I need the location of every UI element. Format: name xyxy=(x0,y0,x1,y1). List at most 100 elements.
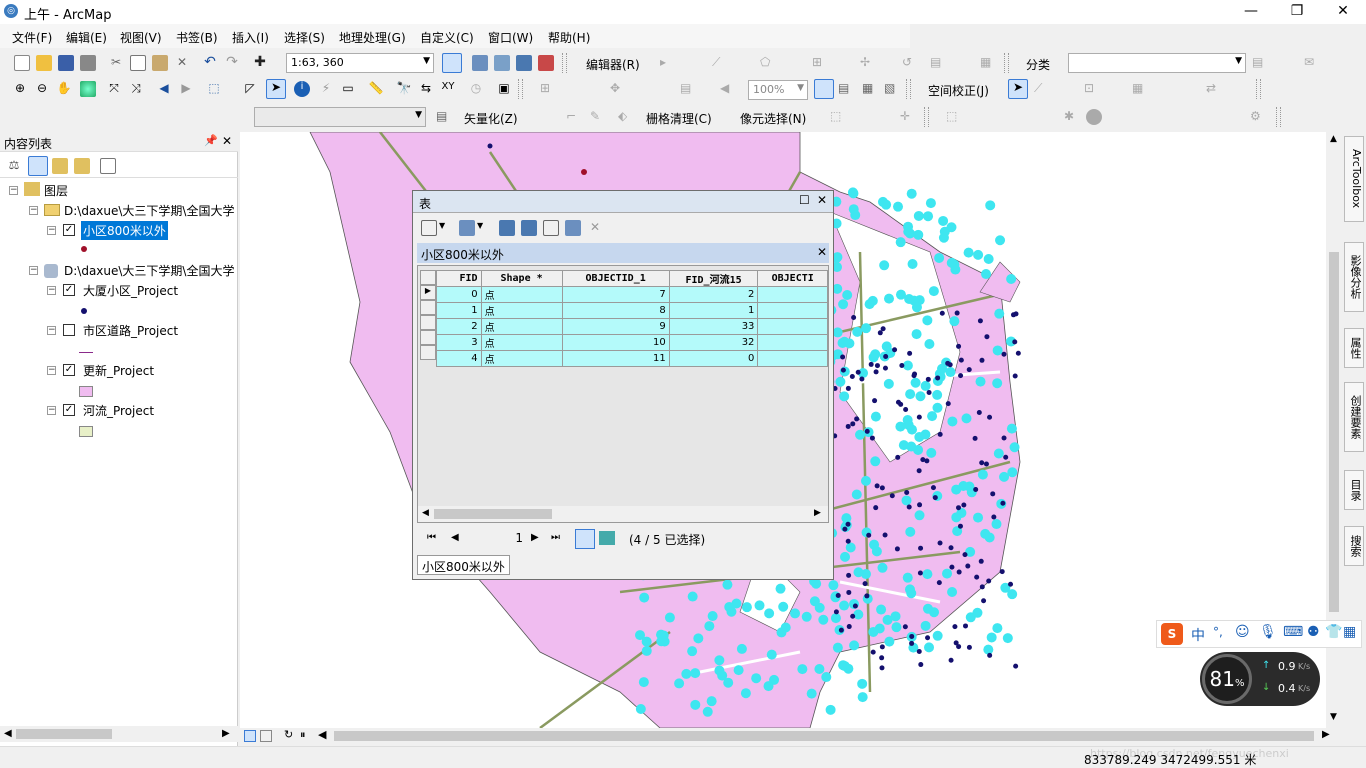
chevron-down-icon[interactable]: ▼ xyxy=(439,221,445,230)
full-extent-icon[interactable] xyxy=(80,81,96,97)
focus-frame-icon[interactable]: ▦ xyxy=(862,81,878,97)
layer-checkbox[interactable]: ✓ xyxy=(63,364,75,376)
scroll-down-icon[interactable]: ▼ xyxy=(1330,712,1337,722)
table-bottom-tab[interactable]: 小区800米以外 xyxy=(417,555,510,575)
table-cell[interactable]: 33 xyxy=(668,318,759,335)
table-row[interactable]: 1 点 8 1 xyxy=(436,302,828,319)
paste-icon[interactable] xyxy=(152,55,168,71)
switch-selection-icon[interactable] xyxy=(521,220,537,236)
table-cell[interactable]: 0 xyxy=(668,350,759,367)
table-cell[interactable]: 点 xyxy=(480,286,563,303)
close-icon[interactable]: ✕ xyxy=(817,245,827,259)
clear-selection-icon[interactable]: ◸ xyxy=(242,81,258,97)
maximize-icon[interactable]: ☐ xyxy=(799,193,810,207)
table-cell[interactable]: 7 xyxy=(561,286,670,303)
next-record-icon[interactable]: ▶ xyxy=(531,532,539,543)
collapse-icon[interactable]: − xyxy=(9,186,18,195)
toolbar-grip[interactable] xyxy=(1276,107,1281,127)
close-icon[interactable]: ✕ xyxy=(222,134,232,148)
data-view-icon[interactable] xyxy=(814,79,834,99)
html-popup-icon[interactable]: ▭ xyxy=(340,81,356,97)
pause-drawing-icon[interactable]: ⏸ xyxy=(300,728,306,742)
toolbar-grip[interactable] xyxy=(1004,53,1009,73)
menu-bookmarks[interactable]: 书签(B) xyxy=(176,29,218,46)
toc-layer-buildings[interactable]: 大厦小区_Project xyxy=(83,282,178,299)
toolbar-grip[interactable] xyxy=(906,79,911,99)
keyboard-icon[interactable]: ⌨ xyxy=(1283,624,1303,640)
microphone-icon[interactable]: 🎙 xyxy=(1259,624,1277,640)
skin-icon[interactable]: 👕 xyxy=(1325,624,1342,640)
menu-file[interactable]: 文件(F) xyxy=(12,29,52,46)
scroll-left-icon[interactable]: ◀ xyxy=(318,728,326,741)
table-window-icon[interactable] xyxy=(472,55,488,71)
search-window-icon[interactable] xyxy=(516,55,532,71)
current-record-field[interactable]: 1 xyxy=(507,531,523,545)
table-row[interactable]: 0 点 7 2 xyxy=(436,286,828,303)
toggle-draft-icon[interactable]: ▤ xyxy=(838,81,854,97)
row-selector[interactable] xyxy=(420,345,436,360)
select-by-attributes-icon[interactable] xyxy=(499,220,515,236)
layer-checkbox[interactable]: ✓ xyxy=(63,284,75,296)
list-by-source-icon[interactable] xyxy=(28,156,48,176)
column-header[interactable]: OBJECTI xyxy=(757,270,828,287)
zoom-in-icon[interactable]: ⊕ xyxy=(12,81,28,97)
vectorize-menu[interactable]: 矢量化(Z) xyxy=(464,110,518,127)
raster-cleanup-menu[interactable]: 栅格清理(C) xyxy=(646,110,712,127)
toolbar-grip[interactable] xyxy=(518,79,523,99)
layout-view-icon[interactable] xyxy=(260,730,272,742)
list-by-visibility-icon[interactable] xyxy=(52,158,68,174)
menu-geoprocessing[interactable]: 地理处理(G) xyxy=(339,29,406,46)
viewer-window-icon[interactable]: ▣ xyxy=(496,81,512,97)
collapse-icon[interactable]: − xyxy=(47,226,56,235)
column-header[interactable]: FID xyxy=(436,270,482,287)
row-selector-current[interactable]: ▶ xyxy=(420,285,436,300)
zoom-to-selected-icon[interactable] xyxy=(565,220,581,236)
table-cell[interactable]: 点 xyxy=(480,334,563,351)
toolbox-icon[interactable]: ▦ xyxy=(1343,624,1356,640)
cut-icon[interactable]: ✂ xyxy=(108,55,124,71)
layer-checkbox[interactable]: ✓ xyxy=(63,224,75,236)
zoom-out-icon[interactable]: ⊖ xyxy=(34,81,50,97)
toc-layer-renewal[interactable]: 更新_Project xyxy=(83,362,154,379)
delete-icon[interactable]: ✕ xyxy=(174,55,190,71)
table-cell[interactable] xyxy=(757,350,828,367)
toolbar-grip[interactable] xyxy=(562,53,567,73)
editor-toolbar-icon[interactable] xyxy=(442,53,462,73)
scroll-thumb[interactable] xyxy=(434,509,552,519)
close-icon[interactable]: ✕ xyxy=(817,193,827,207)
table-cell[interactable]: 点 xyxy=(480,302,563,319)
menu-insert[interactable]: 插入(I) xyxy=(232,29,269,46)
toc-layers-root[interactable]: 图层 xyxy=(44,182,68,199)
tab-image-analysis[interactable]: 影像分析 xyxy=(1344,242,1364,312)
menu-view[interactable]: 视图(V) xyxy=(120,29,162,46)
tab-create-features[interactable]: 创建要素 xyxy=(1344,382,1364,452)
scroll-right-icon[interactable]: ▶ xyxy=(1322,729,1330,740)
tab-attributes[interactable]: 属性 xyxy=(1344,328,1364,368)
select-elements-icon[interactable]: ➤ xyxy=(1008,79,1028,99)
show-selected-records-icon[interactable] xyxy=(599,531,615,545)
toc-layer-rivers[interactable]: 河流_Project xyxy=(83,402,154,419)
table-cell[interactable]: 9 xyxy=(561,318,670,335)
table-horizontal-scrollbar[interactable]: ◀ ▶ xyxy=(418,506,828,522)
menu-windows[interactable]: 窗口(W) xyxy=(488,29,533,46)
table-cell[interactable] xyxy=(757,318,828,335)
column-header[interactable]: FID_河流15 xyxy=(668,270,759,287)
arctoolbox-icon[interactable] xyxy=(538,55,554,71)
toolbar-grip[interactable] xyxy=(1256,79,1261,99)
time-slider-icon[interactable]: ◷ xyxy=(468,81,484,97)
select-features-icon[interactable]: ⬚ xyxy=(206,81,222,97)
menu-customize[interactable]: 自定义(C) xyxy=(420,29,474,46)
go-to-xy-icon[interactable]: XY xyxy=(440,81,456,97)
menu-selection[interactable]: 选择(S) xyxy=(284,29,325,46)
minimize-button[interactable]: — xyxy=(1228,0,1274,24)
maximize-button[interactable]: ❐ xyxy=(1274,0,1320,24)
pan-icon[interactable]: ✋ xyxy=(56,81,72,97)
undo-icon[interactable]: ↶ xyxy=(202,54,218,70)
scroll-thumb[interactable] xyxy=(1329,252,1339,612)
catalog-icon[interactable] xyxy=(494,55,510,71)
classify-menu[interactable]: 分类 xyxy=(1026,56,1050,73)
delete-selected-icon[interactable]: ✕ xyxy=(587,220,603,236)
toc-layer-roads[interactable]: 市区道路_Project xyxy=(83,322,178,339)
open-folder-icon[interactable] xyxy=(36,55,52,71)
punctuation-icon[interactable]: °, xyxy=(1213,625,1223,639)
